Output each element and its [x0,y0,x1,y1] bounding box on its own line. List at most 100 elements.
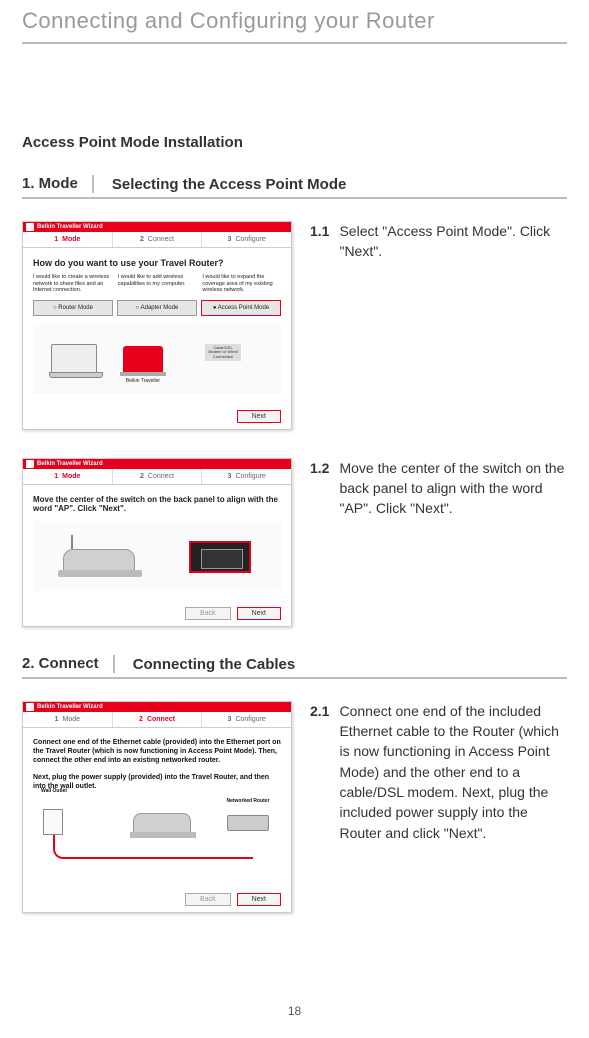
wizard-tabs: 1 Mode 2 Connect 3Configure [23,712,291,728]
wizard-title-icon [26,460,34,468]
wizard-screenshot-1: Belkin Traveller Wizard 1 Mode 2 Connect 3… [22,221,292,430]
tab-label: Configure [235,473,265,480]
mode-btn-label: Adapter Mode [141,305,179,311]
tab-label: Connect [148,236,174,243]
wizard-tab-mode[interactable]: 1 Mode [23,232,112,247]
travel-router-icon [133,813,191,833]
step-2-label: Connecting the Cables [133,656,296,673]
wizard-body: How do you want to use your Travel Route… [23,248,291,404]
wizard-titlebar: Belkin Traveller Wizard [23,222,291,232]
wall-outlet-label: Wall Outlet [37,789,71,794]
wizard-title-text: Belkin Traveller Wizard [37,704,103,710]
section-title: Access Point Mode Installation [22,134,567,151]
wizard-titlebar: Belkin Traveller Wizard [23,459,291,469]
wizard-body: Connect one end of the Ethernet cable (p… [23,728,291,887]
tab-label: Mode [63,716,81,723]
router-antenna-icon [71,535,73,549]
step-1-1-block: Belkin Traveller Wizard 1 Mode 2 Connect 3… [22,221,567,430]
tab-num: 2 [140,236,144,243]
wizard-body: Move the center of the switch on the bac… [23,485,291,601]
instruction-num: 1.1 [310,221,329,262]
mode-btn-ap[interactable]: ● Access Point Mode [201,300,281,316]
tab-num: 2 [140,473,144,480]
wizard-tabs: 1 Mode 2 Connect 3Configure [23,232,291,248]
instruction-text: Move the center of the switch on the bac… [339,458,567,519]
wizard-tab-connect[interactable]: 2 Connect [113,712,202,727]
wizard-diagram-3: Wall Outlet Networked Router [33,799,281,877]
step-2-1-block: Belkin Traveller Wizard 1 Mode 2 Connect 3… [22,701,567,913]
instruction-2-1: 2.1 Connect one end of the included Ethe… [310,701,567,843]
wizard-question: How do you want to use your Travel Route… [33,258,281,268]
networked-router-label: Networked Router [223,799,273,804]
wizard-titlebar: Belkin Traveller Wizard [23,702,291,712]
wizard-title-icon [26,223,34,231]
wall-outlet-icon [43,809,63,835]
wizard-tab-mode[interactable]: 1 Mode [23,469,112,484]
tab-label: Mode [62,473,80,480]
wizard-diagram-1: Belkin Traveller Cable/DSL Modem or Wire… [33,324,281,394]
wizard-footer: Back Next [23,601,291,626]
wizard-screenshot-3: Belkin Traveller Wizard 1 Mode 2 Connect 3… [22,701,292,913]
wizard-next-button[interactable]: Next [237,410,281,423]
tab-label: Configure [235,716,265,723]
laptop-icon [51,344,97,374]
instruction-1-1: 1.1 Select "Access Point Mode". Click "N… [310,221,567,262]
tab-label: Mode [62,236,80,243]
router-icon [123,346,163,372]
mode-btn-adapter[interactable]: ○ Adapter Mode [117,300,197,316]
tab-label: Connect [148,473,174,480]
lan-label: Cable/DSL Modem or Wired Connection [205,344,241,361]
wizard-screenshot-2: Belkin Traveller Wizard 1 Mode 2 Connect 3… [22,458,292,627]
ethernet-cable-icon [53,835,253,859]
wizard-footer: Back Next [23,887,291,912]
tab-num: 1 [55,716,59,723]
wizard-title-icon [26,703,34,711]
wizard-tab-mode[interactable]: 1 Mode [23,712,112,727]
instruction-1-2: 1.2 Move the center of the switch on the… [310,458,567,519]
tab-label: Connect [147,716,175,723]
tab-num: 1 [54,236,58,243]
mode-btn-label: Access Point Mode [218,305,269,311]
wizard-tab-connect[interactable]: 2 Connect [113,232,202,247]
wizard-title-text: Belkin Traveller Wizard [37,461,103,467]
router-label: Belkin Traveller [121,378,165,384]
wizard-tabs: 1 Mode 2 Connect 3Configure [23,469,291,485]
step-1-2-block: Belkin Traveller Wizard 1 Mode 2 Connect 3… [22,458,567,627]
step-1-num: 1. Mode [22,175,94,193]
wizard-next-button[interactable]: Next [237,893,281,906]
wizard-tab-configure[interactable]: 3Configure [202,469,291,484]
tab-num: 1 [54,473,58,480]
step-1-label: Selecting the Access Point Mode [112,176,347,193]
instruction-num: 2.1 [310,701,329,843]
instruction-text: Select "Access Point Mode". Click "Next"… [339,221,567,262]
tab-num: 3 [228,716,232,723]
wizard-next-button[interactable]: Next [237,607,281,620]
wizard-tab-configure[interactable]: 3Configure [202,712,291,727]
mode-btn-router[interactable]: ○ Router Mode [33,300,113,316]
page-header: Connecting and Configuring your Router [22,0,567,44]
page-number: 18 [288,1004,301,1018]
instruction-num: 1.2 [310,458,329,519]
wizard-back-button[interactable]: Back [185,607,231,620]
router-side-icon [63,549,135,571]
wizard-body-text-a: Connect one end of the Ethernet cable (p… [33,738,281,765]
mode-btn-label: Router Mode [58,305,93,311]
step-1-header: 1. Mode Selecting the Access Point Mode [22,175,567,199]
tab-label: Configure [235,236,265,243]
wizard-title-text: Belkin Traveller Wizard [37,224,103,230]
wizard-diagram-2 [33,521,281,591]
wizard-footer: Next [23,404,291,429]
step-2-header: 2. Connect Connecting the Cables [22,655,567,679]
tab-num: 3 [228,473,232,480]
wizard-tab-connect[interactable]: 2 Connect [113,469,202,484]
instruction-text: Connect one end of the included Ethernet… [339,701,567,843]
wizard-tab-configure[interactable]: 3Configure [202,232,291,247]
wizard-back-button[interactable]: Back [185,893,231,906]
mode-desc-router: I would like to create a wireless networ… [33,274,112,294]
mode-desc-ap: I would like to expand the coverage area… [202,274,281,294]
wizard-instruction-text: Move the center of the switch on the bac… [33,495,281,513]
mode-desc-adapter: I would like to add wireless capabilitie… [118,274,197,294]
step-2-num: 2. Connect [22,655,115,673]
tab-num: 2 [139,716,143,723]
networked-router-icon [227,815,269,831]
